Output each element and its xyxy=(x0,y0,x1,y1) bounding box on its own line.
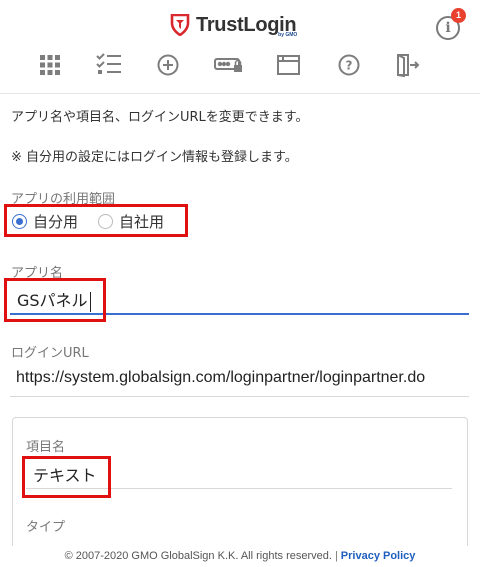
intro-note: ※ 自分用の設定にはログイン情報も登録します。 xyxy=(11,150,298,165)
app-settings-form: アプリ名や項目名、ログインURLを変更できます。 ※ 自分用の設定にはログイン情… xyxy=(0,94,480,546)
highlight-app-name xyxy=(4,278,106,322)
apps-grid-icon[interactable] xyxy=(37,52,63,78)
login-url-underline xyxy=(10,396,469,397)
copyright-text: © 2007-2020 GMO GlobalSign K.K. All righ… xyxy=(64,550,332,562)
header: TrustLogin by GMO i 1 ? xyxy=(0,0,480,94)
item-name-label: 項目名 xyxy=(26,440,66,455)
help-icon[interactable]: ? xyxy=(336,52,362,78)
intro-text: アプリ名や項目名、ログインURLを変更できます。 xyxy=(11,110,309,125)
notification-badge: 1 xyxy=(451,8,466,23)
shield-logo-icon xyxy=(170,14,190,36)
highlight-item-name xyxy=(22,456,111,498)
logo-subtext: by GMO xyxy=(278,32,298,38)
login-url-input[interactable]: https://system.globalsign.com/loginpartn… xyxy=(16,369,425,387)
type-label: タイプ xyxy=(26,520,66,535)
trustlogin-logo[interactable]: TrustLogin by GMO xyxy=(170,12,298,40)
privacy-policy-link[interactable]: Privacy Policy xyxy=(341,550,416,562)
checklist-icon[interactable] xyxy=(96,52,122,78)
password-field-icon[interactable] xyxy=(214,52,244,78)
svg-text:?: ? xyxy=(346,59,353,73)
footer: © 2007-2020 GMO GlobalSign K.K. All righ… xyxy=(0,546,480,567)
add-circle-icon[interactable] xyxy=(155,52,181,78)
logout-icon[interactable] xyxy=(394,52,420,78)
highlight-usage-scope xyxy=(4,204,188,237)
footer-separator: | xyxy=(334,550,338,562)
window-icon[interactable] xyxy=(276,52,302,78)
toolbar: ? xyxy=(0,50,480,84)
login-url-label: ログインURL xyxy=(11,346,89,361)
